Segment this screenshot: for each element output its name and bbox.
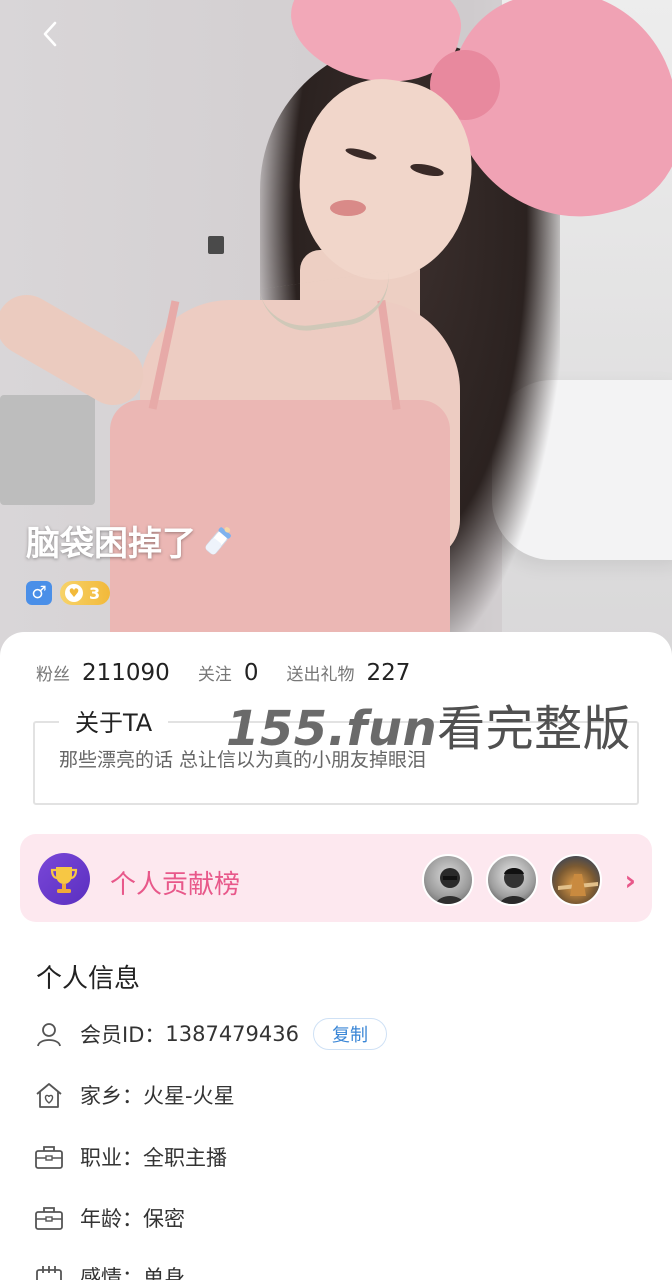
personal-info-title: 个人信息 <box>36 964 141 994</box>
job-row: 职业： 全职主播 <box>32 1142 227 1172</box>
gender-male-badge: ♂ <box>26 581 52 605</box>
heart-icon: ♥ <box>65 584 83 602</box>
profile-info-card: 粉丝 211090 关注 0 送出礼物 227 关于TA 那些漂亮的话 总让信以… <box>0 632 672 1280</box>
level-value: 3 <box>89 583 101 603</box>
copy-id-button[interactable]: 复制 <box>312 1018 387 1050</box>
about-title: 关于TA <box>59 703 169 738</box>
photo-lips <box>330 200 366 216</box>
member-id-row: 会员ID： 1387479436 复制 <box>32 1018 387 1050</box>
job-label: 职业： <box>80 1146 143 1170</box>
hometown-value: 火星-火星 <box>143 1084 235 1108</box>
hometown-label: 家乡： <box>80 1084 143 1108</box>
briefcase-icon <box>32 1203 66 1233</box>
fans-count[interactable]: 211090 <box>82 660 170 686</box>
follow-count[interactable]: 0 <box>244 660 259 686</box>
gender-symbol: ♂ <box>31 583 47 603</box>
background-switch <box>208 236 224 254</box>
contributor-avatar[interactable] <box>422 854 474 906</box>
contributor-avatars <box>422 854 602 906</box>
watermark-site: 155.fun <box>226 701 438 757</box>
age-value: 保密 <box>143 1207 185 1231</box>
relationship-label: 感情： <box>80 1266 143 1280</box>
background-heater <box>0 395 95 505</box>
nickname-text: 脑袋困掉了 <box>26 524 196 564</box>
level-badge: ♥ 3 <box>60 581 111 605</box>
follow-label: 关注 <box>197 665 232 685</box>
briefcase-icon <box>32 1142 66 1172</box>
member-id-label: 会员ID： <box>80 1023 166 1047</box>
watermark-overlay: 155.fun看完整版 <box>226 689 631 759</box>
contribution-ranking-banner[interactable]: 个人贡献榜 › <box>20 834 652 922</box>
house-heart-icon <box>32 1080 66 1110</box>
age-label: 年龄： <box>80 1207 143 1231</box>
baby-bottle-emoji <box>205 526 231 554</box>
contributor-avatar[interactable] <box>550 854 602 906</box>
age-row: 年龄： 保密 <box>32 1203 185 1233</box>
profile-cover-photo <box>0 0 672 680</box>
back-arrow-icon <box>43 21 57 47</box>
member-id-value: 1387479436 <box>165 1022 299 1046</box>
contribution-label: 个人贡献榜 <box>110 870 241 900</box>
profile-badges: ♂ ♥ 3 <box>26 581 111 605</box>
contributor-avatar[interactable] <box>486 854 538 906</box>
back-button[interactable] <box>28 14 72 54</box>
relationship-value: 单身 <box>143 1266 185 1280</box>
gifts-label: 送出礼物 <box>286 665 355 685</box>
calendar-icon <box>32 1262 66 1280</box>
gifts-count: 227 <box>366 660 411 686</box>
user-icon <box>32 1019 66 1049</box>
fans-label: 粉丝 <box>36 665 70 685</box>
trophy-icon <box>38 853 90 905</box>
profile-nickname: 脑袋困掉了 <box>26 516 236 565</box>
watermark-text: 看完整版 <box>437 701 632 757</box>
relationship-row: 感情： 单身 <box>32 1262 185 1280</box>
profile-stats: 粉丝 211090 关注 0 送出礼物 227 <box>36 660 438 686</box>
job-value: 全职主播 <box>143 1146 227 1170</box>
chevron-right-icon: › <box>624 864 636 897</box>
hometown-row: 家乡： 火星-火星 <box>32 1080 235 1110</box>
